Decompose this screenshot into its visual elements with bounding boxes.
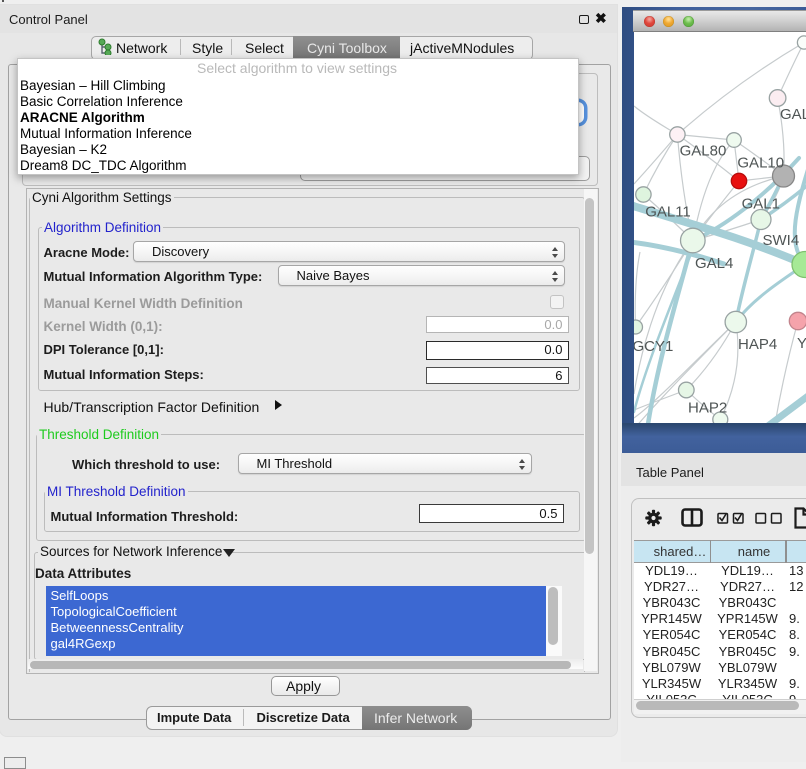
svg-text:GAL80: GAL80	[680, 142, 727, 159]
svg-text:GAL2: GAL2	[780, 106, 806, 123]
svg-text:GAL1: GAL1	[742, 195, 780, 212]
svg-text:HAP4: HAP4	[738, 336, 777, 353]
svg-text:GAL10: GAL10	[737, 154, 784, 171]
svg-text:YM: YM	[797, 335, 806, 352]
svg-text:GAL11: GAL11	[645, 203, 691, 220]
svg-text:SWI4: SWI4	[763, 232, 800, 249]
svg-text:HAP2: HAP2	[688, 399, 727, 416]
svg-text:GCY1: GCY1	[634, 338, 673, 355]
svg-text:GAL4: GAL4	[695, 255, 733, 272]
